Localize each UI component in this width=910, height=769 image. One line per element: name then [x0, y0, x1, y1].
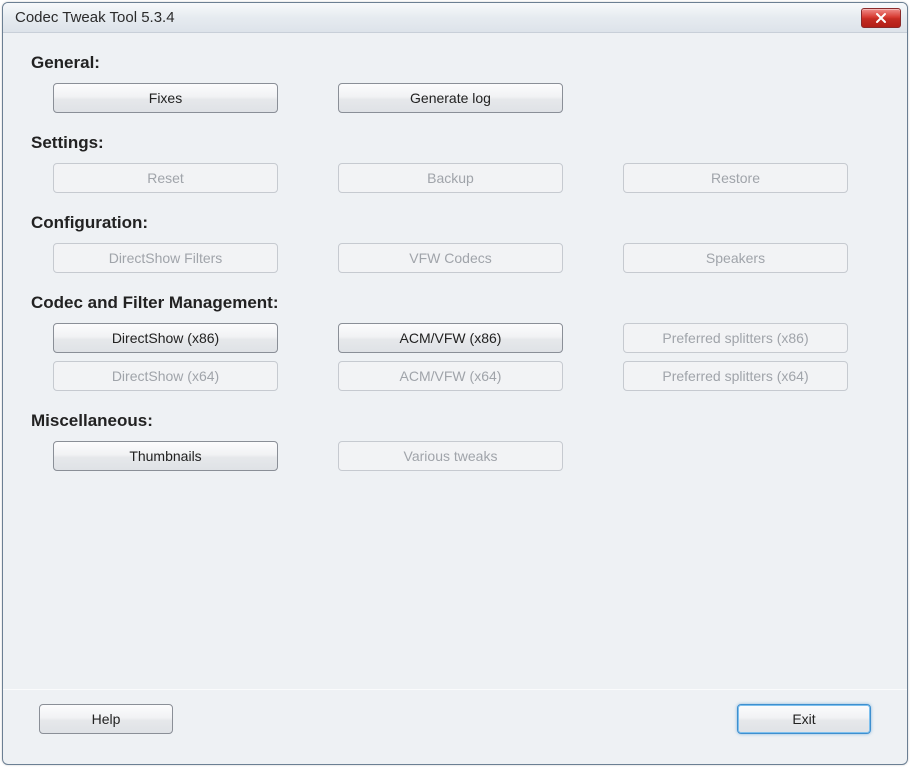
- directshow-x64-button: DirectShow (x64): [53, 361, 278, 391]
- reset-button: Reset: [53, 163, 278, 193]
- main-window: Codec Tweak Tool 5.3.4 General: Fixes Ge…: [2, 2, 908, 765]
- preferred-splitters-x86-button: Preferred splitters (x86): [623, 323, 848, 353]
- section-codec-mgmt-label: Codec and Filter Management:: [31, 293, 879, 313]
- backup-button: Backup: [338, 163, 563, 193]
- footer: Help Exit: [31, 704, 879, 754]
- help-button[interactable]: Help: [39, 704, 173, 734]
- preferred-splitters-x64-button: Preferred splitters (x64): [623, 361, 848, 391]
- exit-button[interactable]: Exit: [737, 704, 871, 734]
- section-settings-label: Settings:: [31, 133, 879, 153]
- row-codec-mgmt-1: DirectShow (x86) ACM/VFW (x86) Preferred…: [31, 323, 879, 353]
- content-area: General: Fixes Generate log Settings: Re…: [3, 33, 907, 764]
- close-icon: [875, 12, 887, 24]
- row-codec-mgmt-2: DirectShow (x64) ACM/VFW (x64) Preferred…: [31, 361, 879, 391]
- vfw-codecs-button: VFW Codecs: [338, 243, 563, 273]
- row-misc: Thumbnails Various tweaks: [31, 441, 879, 471]
- spacer: [31, 479, 879, 671]
- section-misc-label: Miscellaneous:: [31, 411, 879, 431]
- directshow-x86-button[interactable]: DirectShow (x86): [53, 323, 278, 353]
- speakers-button: Speakers: [623, 243, 848, 273]
- acm-vfw-x64-button: ACM/VFW (x64): [338, 361, 563, 391]
- titlebar: Codec Tweak Tool 5.3.4: [3, 3, 907, 33]
- generate-log-button[interactable]: Generate log: [338, 83, 563, 113]
- section-general-label: General:: [31, 53, 879, 73]
- directshow-filters-button: DirectShow Filters: [53, 243, 278, 273]
- thumbnails-button[interactable]: Thumbnails: [53, 441, 278, 471]
- restore-button: Restore: [623, 163, 848, 193]
- section-configuration-label: Configuration:: [31, 213, 879, 233]
- row-settings: Reset Backup Restore: [31, 163, 879, 193]
- window-title: Codec Tweak Tool 5.3.4: [15, 9, 861, 26]
- fixes-button[interactable]: Fixes: [53, 83, 278, 113]
- row-general: Fixes Generate log: [31, 83, 879, 113]
- acm-vfw-x86-button[interactable]: ACM/VFW (x86): [338, 323, 563, 353]
- various-tweaks-button: Various tweaks: [338, 441, 563, 471]
- row-configuration: DirectShow Filters VFW Codecs Speakers: [31, 243, 879, 273]
- separator: [3, 689, 907, 690]
- close-button[interactable]: [861, 8, 901, 28]
